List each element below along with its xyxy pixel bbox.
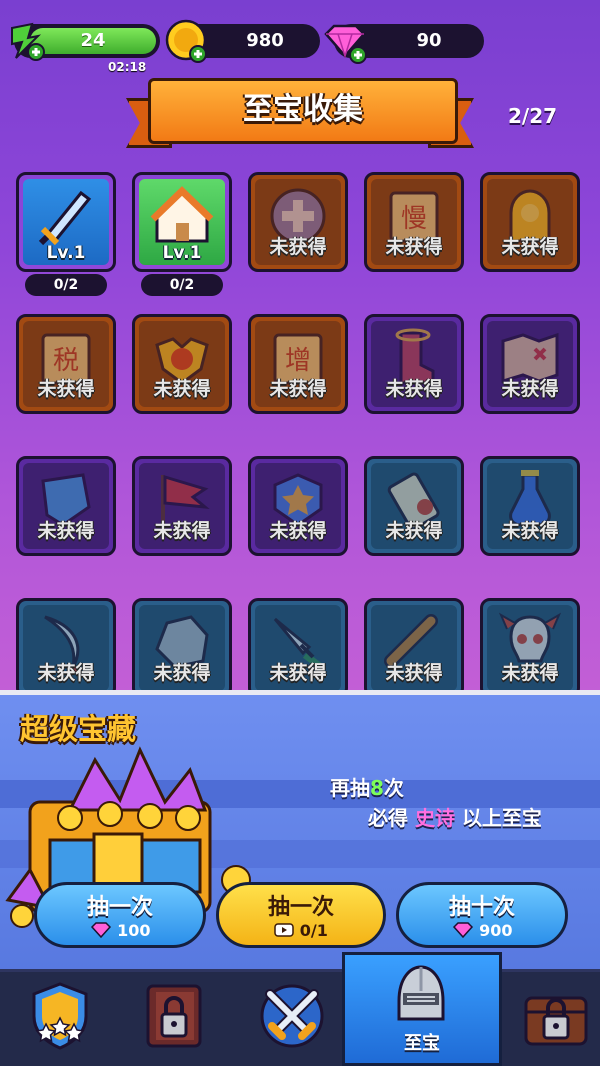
hint-prefix: 再抽 bbox=[330, 776, 370, 800]
nav-tab-treasure[interactable]: 至宝 bbox=[342, 952, 502, 1066]
locked-book-icon bbox=[146, 984, 202, 1048]
treasure-status: 未获得 bbox=[385, 378, 443, 400]
treasure-status: 未获得 bbox=[269, 378, 327, 400]
house-icon bbox=[150, 186, 214, 243]
treasure-slot[interactable]: 未获得 bbox=[364, 598, 464, 690]
knight-helmet-icon bbox=[397, 965, 445, 1021]
treasure-status: 未获得 bbox=[153, 520, 211, 542]
video-icon bbox=[274, 923, 294, 937]
draw-ten-cost-value: 900 bbox=[479, 921, 513, 940]
draw-once-gem-button[interactable]: 抽一次 100 bbox=[34, 882, 206, 948]
draw-once-label: 抽一次 bbox=[86, 895, 153, 920]
treasure-shard-count: 0/2 bbox=[141, 274, 223, 296]
treasure-status: 未获得 bbox=[501, 662, 559, 684]
treasure-status: 未获得 bbox=[269, 662, 327, 684]
treasure-slot[interactable]: 未获得 bbox=[16, 456, 116, 556]
nav-tab-battle[interactable] bbox=[236, 972, 346, 1066]
svg-text:增: 增 bbox=[285, 346, 311, 376]
treasure-slot[interactable]: Lv.1 bbox=[16, 172, 116, 272]
treasure-status: 未获得 bbox=[385, 662, 443, 684]
treasure-slot[interactable]: 未获得 bbox=[480, 456, 580, 556]
hint2-prefix: 必得 bbox=[368, 806, 408, 830]
treasure-slot[interactable]: 未获得 bbox=[132, 456, 232, 556]
hint-count: 8 bbox=[370, 776, 384, 800]
treasure-status: 未获得 bbox=[37, 378, 95, 400]
treasure-status: 未获得 bbox=[501, 520, 559, 542]
nav-tab-rank[interactable] bbox=[4, 972, 114, 1066]
treasure-status: 未获得 bbox=[153, 378, 211, 400]
gem-icon bbox=[90, 922, 111, 939]
draw-once-video-button[interactable]: 抽一次 0/1 bbox=[216, 882, 386, 948]
treasure-slot[interactable]: 未获得 bbox=[364, 456, 464, 556]
svg-text:税: 税 bbox=[53, 346, 79, 376]
treasure-slot[interactable]: 未获得 bbox=[480, 314, 580, 414]
treasure-slot[interactable]: 未获得 bbox=[248, 598, 348, 690]
treasure-status: 未获得 bbox=[37, 662, 95, 684]
stars-shield-icon bbox=[32, 982, 88, 1050]
crossed-swords-icon bbox=[260, 984, 324, 1048]
svg-text:慢: 慢 bbox=[401, 204, 427, 234]
draw-ten-cost: 900 bbox=[399, 921, 565, 940]
treasure-slot[interactable]: 未获得 bbox=[480, 172, 580, 272]
gem-icon bbox=[452, 922, 473, 939]
treasure-slot[interactable]: 未获得 bbox=[480, 598, 580, 690]
treasure-status: 未获得 bbox=[501, 378, 559, 400]
draw-once-cost-value: 100 bbox=[117, 921, 151, 940]
hint2-rarity: 史诗 bbox=[414, 806, 455, 830]
treasure-status: 未获得 bbox=[269, 236, 327, 258]
nav-tab-book-locked[interactable] bbox=[118, 972, 228, 1066]
treasure-slot[interactable]: 未获得 bbox=[132, 598, 232, 690]
treasure-slot[interactable]: 税未获得 bbox=[16, 314, 116, 414]
treasure-slot[interactable]: 未获得 bbox=[132, 314, 232, 414]
nav-tab-treasure-label: 至宝 bbox=[404, 1033, 440, 1054]
treasure-grid: Lv.1 0/2 Lv.1 0/2 未获得慢未获得 未获得税未获得 未获得增未获得 未获得 未获… bbox=[0, 0, 600, 690]
treasure-status: 未获得 bbox=[385, 236, 443, 258]
treasure-slot[interactable]: 未获得 bbox=[364, 314, 464, 414]
treasure-slot[interactable]: 未获得 bbox=[248, 172, 348, 272]
hint2-suffix: 以上至宝 bbox=[461, 806, 542, 830]
treasure-status: 未获得 bbox=[37, 520, 95, 542]
draw-ten-button[interactable]: 抽十次 900 bbox=[396, 882, 568, 948]
draw-once-video-cost: 0/1 bbox=[219, 921, 383, 940]
draw-ten-label: 抽十次 bbox=[448, 895, 515, 920]
treasure-slot[interactable]: 增未获得 bbox=[248, 314, 348, 414]
nav-tab-chest-locked[interactable] bbox=[500, 972, 600, 1066]
pity-hint-line2: 必得 史诗 以上至宝 bbox=[368, 802, 542, 831]
treasure-status: 未获得 bbox=[501, 236, 559, 258]
treasure-slot[interactable]: Lv.1 bbox=[132, 172, 232, 272]
treasure-shard-count: 0/2 bbox=[25, 274, 107, 296]
pity-hint-line1: 再抽8次 bbox=[330, 772, 404, 801]
treasure-slot[interactable]: 未获得 bbox=[16, 598, 116, 690]
treasure-status: 未获得 bbox=[385, 520, 443, 542]
treasure-level: Lv.1 bbox=[46, 243, 86, 263]
treasure-level: Lv.1 bbox=[162, 243, 202, 263]
sword-icon bbox=[38, 190, 92, 246]
draw-once-cost: 100 bbox=[37, 921, 203, 940]
hint-suffix: 次 bbox=[383, 776, 404, 800]
locked-chest-icon bbox=[524, 996, 588, 1046]
treasure-slot[interactable]: 慢未获得 bbox=[364, 172, 464, 272]
draw-once-video-cost-value: 0/1 bbox=[299, 921, 328, 940]
treasure-slot[interactable]: 未获得 bbox=[248, 456, 348, 556]
draw-once-video-label: 抽一次 bbox=[267, 895, 334, 920]
treasure-status: 未获得 bbox=[153, 662, 211, 684]
treasure-status: 未获得 bbox=[269, 520, 327, 542]
